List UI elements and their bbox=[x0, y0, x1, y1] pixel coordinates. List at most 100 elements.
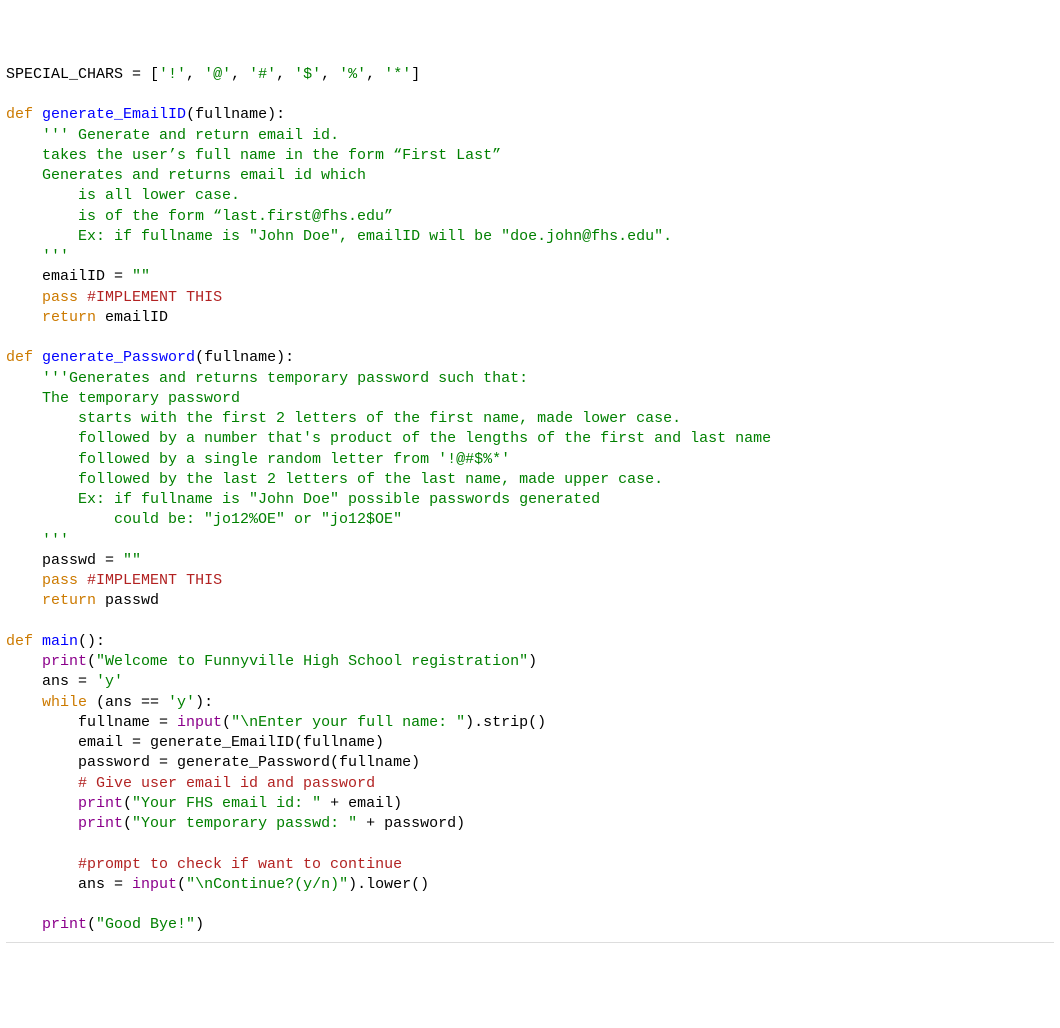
code-line: ans = 'y' bbox=[6, 672, 1054, 692]
code-token: (): bbox=[78, 633, 105, 650]
code-token: ans = bbox=[6, 673, 96, 690]
code-token: email = generate_EmailID(fullname) bbox=[6, 734, 384, 751]
code-token: fullname = bbox=[6, 714, 177, 731]
code-token: print bbox=[42, 653, 87, 670]
code-line: The temporary password bbox=[6, 389, 1054, 409]
code-token: ''' bbox=[6, 248, 69, 265]
code-token bbox=[6, 127, 42, 144]
code-line: print("Your temporary passwd: " + passwo… bbox=[6, 814, 1054, 834]
code-token: The temporary password bbox=[6, 390, 240, 407]
code-line: ''' Generate and return email id. bbox=[6, 126, 1054, 146]
code-line: is all lower case. bbox=[6, 186, 1054, 206]
code-token: # Give user email id and password bbox=[78, 775, 375, 792]
code-token: main bbox=[42, 633, 78, 650]
code-line: email = generate_EmailID(fullname) bbox=[6, 733, 1054, 753]
code-token: print bbox=[78, 815, 123, 832]
code-token: followed by the last 2 letters of the la… bbox=[6, 471, 663, 488]
code-token: return bbox=[42, 309, 96, 326]
code-line: pass #IMPLEMENT THIS bbox=[6, 288, 1054, 308]
code-token bbox=[33, 106, 42, 123]
code-token bbox=[6, 856, 78, 873]
code-line: pass #IMPLEMENT THIS bbox=[6, 571, 1054, 591]
code-token: + password) bbox=[357, 815, 465, 832]
code-token: SPECIAL_CHARS = [ bbox=[6, 66, 159, 83]
code-token: print bbox=[78, 795, 123, 812]
code-line: '''Generates and returns temporary passw… bbox=[6, 369, 1054, 389]
code-token: generate_EmailID bbox=[42, 106, 186, 123]
code-token: Ex: if fullname is "John Doe", emailID w… bbox=[6, 228, 672, 245]
code-token: "Good Bye!" bbox=[96, 916, 195, 933]
code-token: ''' Generate and return email id. bbox=[42, 127, 339, 144]
code-token: , bbox=[231, 66, 249, 83]
code-token: while bbox=[42, 694, 87, 711]
code-line: # Give user email id and password bbox=[6, 774, 1054, 794]
code-token bbox=[6, 289, 42, 306]
code-token bbox=[78, 289, 87, 306]
code-token: pass bbox=[42, 289, 78, 306]
code-token: input bbox=[132, 876, 177, 893]
code-token: '*' bbox=[384, 66, 411, 83]
code-token: #IMPLEMENT THIS bbox=[87, 289, 222, 306]
code-token: , bbox=[276, 66, 294, 83]
code-token: def bbox=[6, 349, 33, 366]
code-line: followed by a number that's product of t… bbox=[6, 429, 1054, 449]
code-token: , bbox=[321, 66, 339, 83]
code-token: Generates and returns email id which bbox=[6, 167, 366, 184]
code-token: emailID bbox=[96, 309, 168, 326]
code-line: print("Your FHS email id: " + email) bbox=[6, 794, 1054, 814]
code-token: '''Generates and returns temporary passw… bbox=[42, 370, 528, 387]
code-line: followed by the last 2 letters of the la… bbox=[6, 470, 1054, 490]
code-token: "" bbox=[123, 552, 141, 569]
code-token: ] bbox=[411, 66, 420, 83]
code-token: ( bbox=[177, 876, 186, 893]
code-line: password = generate_Password(fullname) bbox=[6, 753, 1054, 773]
code-token bbox=[33, 349, 42, 366]
code-line: ''' bbox=[6, 247, 1054, 267]
code-line: while (ans == 'y'): bbox=[6, 693, 1054, 713]
code-token: return bbox=[42, 592, 96, 609]
code-token: 'y' bbox=[168, 694, 195, 711]
code-token bbox=[33, 633, 42, 650]
code-token: (fullname): bbox=[195, 349, 294, 366]
code-token: "\nEnter your full name: " bbox=[231, 714, 465, 731]
code-token: emailID = bbox=[6, 268, 132, 285]
code-token: ): bbox=[195, 694, 213, 711]
code-token: def bbox=[6, 633, 33, 650]
code-line: print("Welcome to Funnyville High School… bbox=[6, 652, 1054, 672]
code-line: def generate_EmailID(fullname): bbox=[6, 105, 1054, 125]
code-token: passwd bbox=[96, 592, 159, 609]
code-line: def main(): bbox=[6, 632, 1054, 652]
code-line: ''' bbox=[6, 531, 1054, 551]
code-token: Ex: if fullname is "John Doe" possible p… bbox=[6, 491, 600, 508]
code-token: input bbox=[177, 714, 222, 731]
code-token: "Welcome to Funnyville High School regis… bbox=[96, 653, 528, 670]
code-token: ).strip() bbox=[465, 714, 546, 731]
code-token: '#' bbox=[249, 66, 276, 83]
code-token: #prompt to check if want to continue bbox=[78, 856, 402, 873]
code-line: starts with the first 2 letters of the f… bbox=[6, 409, 1054, 429]
code-token: ( bbox=[87, 653, 96, 670]
code-token: ( bbox=[87, 916, 96, 933]
code-token: is all lower case. bbox=[6, 187, 240, 204]
code-token: (ans == bbox=[87, 694, 168, 711]
code-token: ) bbox=[195, 916, 204, 933]
code-token: , bbox=[186, 66, 204, 83]
code-token: 'y' bbox=[96, 673, 123, 690]
code-block: SPECIAL_CHARS = ['!', '@', '#', '$', '%'… bbox=[6, 65, 1054, 943]
code-token: ( bbox=[123, 795, 132, 812]
code-line: return passwd bbox=[6, 591, 1054, 611]
code-token: ) bbox=[528, 653, 537, 670]
code-line: ans = input("\nContinue?(y/n)").lower() bbox=[6, 875, 1054, 895]
code-token: '!' bbox=[159, 66, 186, 83]
code-token: passwd = bbox=[6, 552, 123, 569]
code-token: (fullname): bbox=[186, 106, 285, 123]
code-line: def generate_Password(fullname): bbox=[6, 348, 1054, 368]
code-line: takes the user’s full name in the form “… bbox=[6, 146, 1054, 166]
code-token: ( bbox=[123, 815, 132, 832]
code-token: ).lower() bbox=[348, 876, 429, 893]
code-line: SPECIAL_CHARS = ['!', '@', '#', '$', '%'… bbox=[6, 65, 1054, 85]
code-line: #prompt to check if want to continue bbox=[6, 855, 1054, 875]
code-token: password = generate_Password(fullname) bbox=[6, 754, 420, 771]
code-line: Generates and returns email id which bbox=[6, 166, 1054, 186]
code-token bbox=[6, 815, 78, 832]
